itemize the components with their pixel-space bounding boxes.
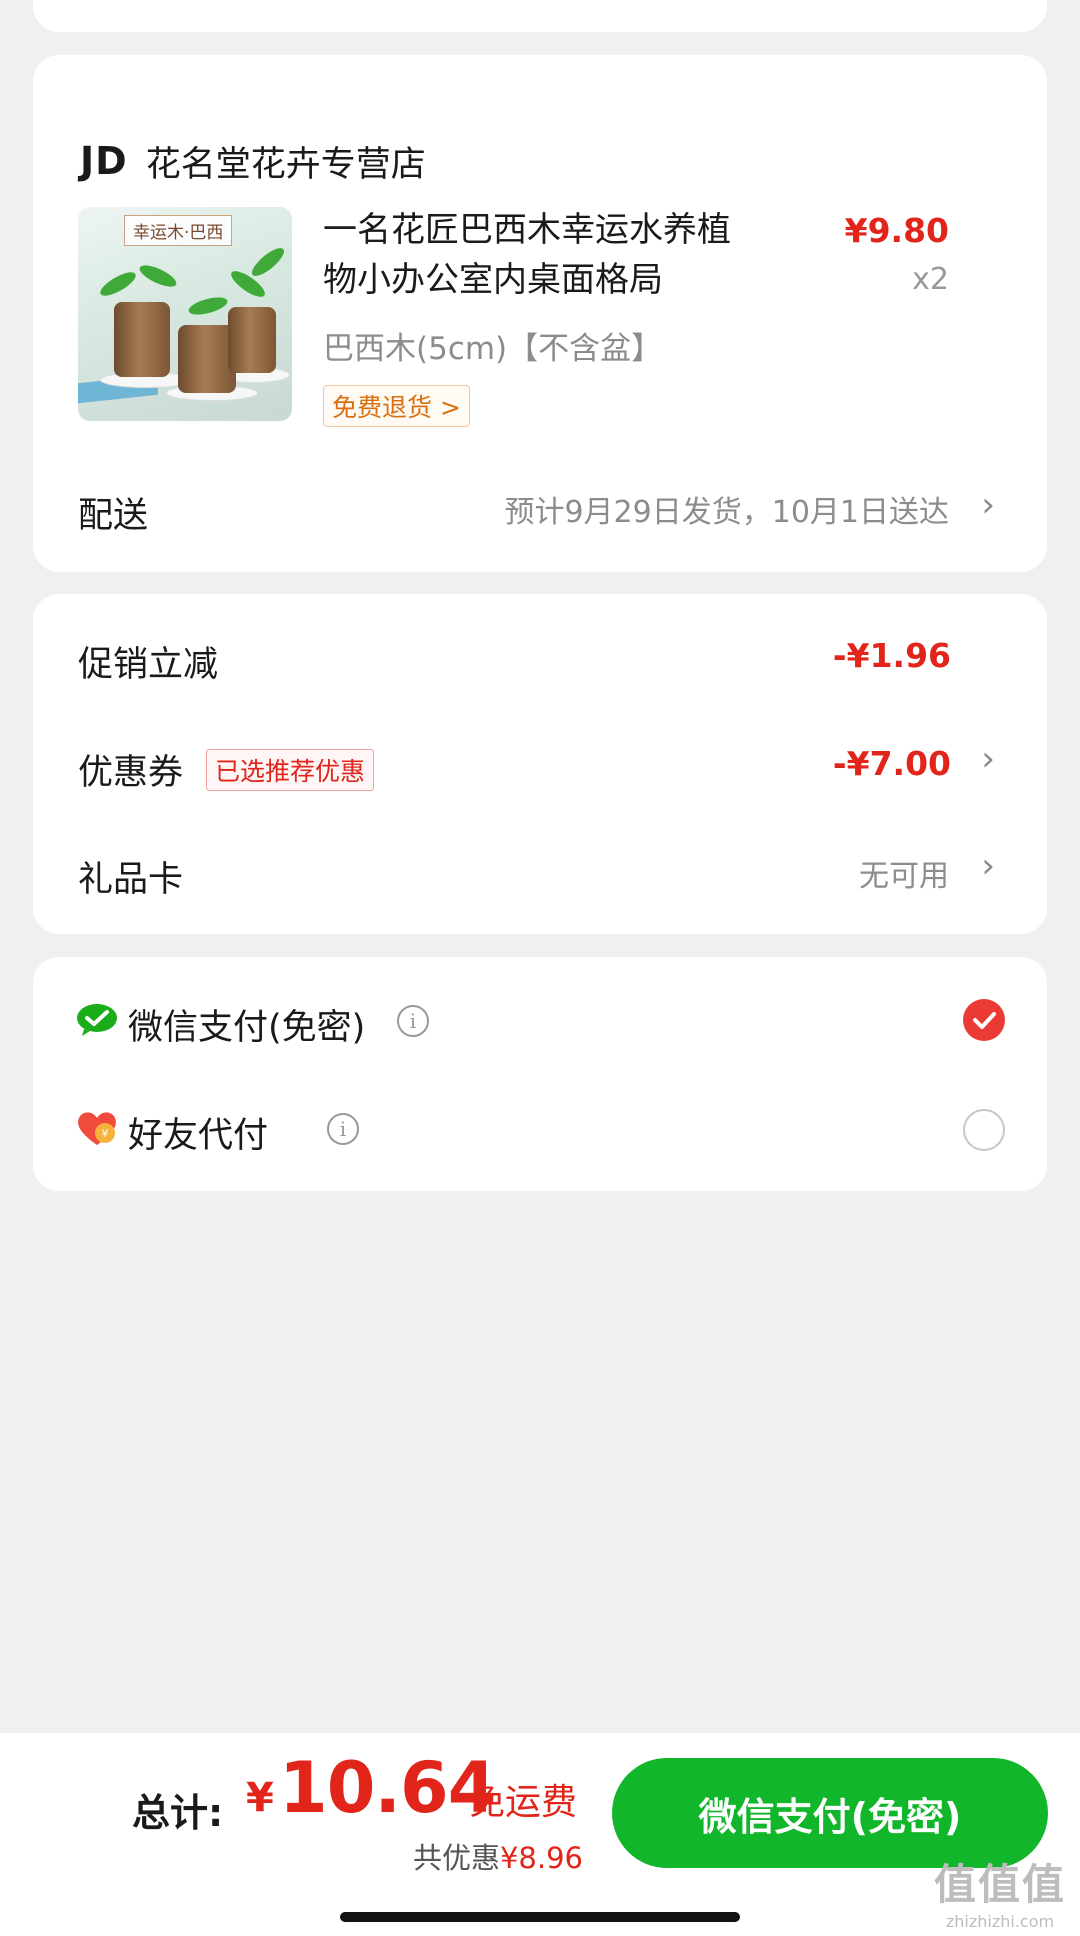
checkout-bar: 总计: ¥ 10.64 免运费 共优惠¥8.96 微信支付(免密) 值值值 zh… [0, 1733, 1080, 1936]
chevron-right-icon[interactable]: › [981, 739, 995, 779]
product-image-leaf [248, 243, 288, 281]
promo-label: 促销立减 [78, 645, 219, 685]
product-spec: 巴西木(5cm)【不含盆】 [323, 331, 663, 367]
coupon-label[interactable]: 优惠券 [78, 744, 183, 795]
product-image-tag: 幸运木·巴西 [124, 215, 233, 246]
delivery-estimate[interactable]: 预计9月29日发货，10月1日送达 [504, 487, 949, 531]
friend-pay-radio[interactable] [963, 1109, 1005, 1151]
wechat-pay-icon [77, 1004, 117, 1036]
product-image-leaf [97, 267, 139, 301]
savings-summary[interactable]: 共优惠¥8.96 [413, 1835, 583, 1877]
watermark-sub: zhizhizhi.com [945, 1912, 1055, 1931]
product-price: ¥9.80 [844, 211, 949, 250]
product-image-stump [114, 302, 170, 377]
check-icon [973, 1012, 996, 1029]
coupon-recommended-tag: 已选推荐优惠 [206, 749, 375, 791]
store-order-card: JD 花名堂花卉专营店 幸运木·巴西 一名花匠巴西木幸运水养植物小办公室内桌面格… [33, 55, 1047, 572]
friend-pay-label[interactable]: 好友代付 [128, 1107, 268, 1158]
wechat-pay-label[interactable]: 微信支付(免密) [128, 999, 365, 1050]
free-shipping-label: 免运费 [469, 1782, 578, 1823]
product-title[interactable]: 一名花匠巴西木幸运水养植物小办公室内桌面格局 [323, 205, 743, 305]
giftcard-value[interactable]: 无可用 [859, 851, 949, 895]
friend-pay-heart-icon: ¥ [78, 1112, 116, 1145]
wechat-pay-radio-checked[interactable] [963, 999, 1005, 1041]
promo-value: -¥1.96 [832, 636, 951, 675]
watermark-main: 值值值 [933, 1860, 1066, 1909]
total-amount: 10.64 [279, 1747, 496, 1829]
total-label: 总计: [132, 1791, 224, 1835]
savings-amount: ¥8.96 [499, 1841, 583, 1875]
coupon-value[interactable]: -¥7.00 [833, 744, 951, 783]
giftcard-label[interactable]: 礼品卡 [78, 851, 183, 902]
product-image-stump [228, 307, 276, 373]
total-currency: ¥ [246, 1775, 274, 1821]
chevron-right-icon[interactable]: › [981, 846, 995, 886]
home-indicator[interactable] [340, 1912, 740, 1922]
store-name: 花名堂花卉专营店 [145, 144, 426, 185]
discount-card: 促销立减 -¥1.96 优惠券 已选推荐优惠 -¥7.00 › 礼品卡 无可用 … [33, 594, 1047, 934]
savings-prefix: 共优惠 [412, 1841, 500, 1875]
site-watermark: 值值值 zhizhizhi.com [934, 1851, 1066, 1931]
previous-card [33, 0, 1047, 32]
free-return-badge[interactable]: 免费退货 > [323, 385, 470, 427]
jd-logo: JD [80, 139, 128, 183]
info-icon[interactable]: i [327, 1113, 359, 1145]
svg-text:¥: ¥ [102, 1127, 109, 1140]
product-image[interactable]: 幸运木·巴西 [78, 207, 292, 421]
product-quantity: x2 [912, 262, 949, 297]
payment-method-card: 微信支付(免密) i ¥ 好友代付 i [33, 957, 1047, 1191]
product-image-leaf [136, 261, 180, 291]
product-image-leaf [186, 294, 230, 318]
info-icon[interactable]: i [397, 1005, 429, 1037]
delivery-label: 配送 [78, 496, 149, 536]
store-header[interactable]: JD 花名堂花卉专营店 [80, 133, 426, 189]
chevron-right-icon[interactable]: › [981, 485, 995, 525]
